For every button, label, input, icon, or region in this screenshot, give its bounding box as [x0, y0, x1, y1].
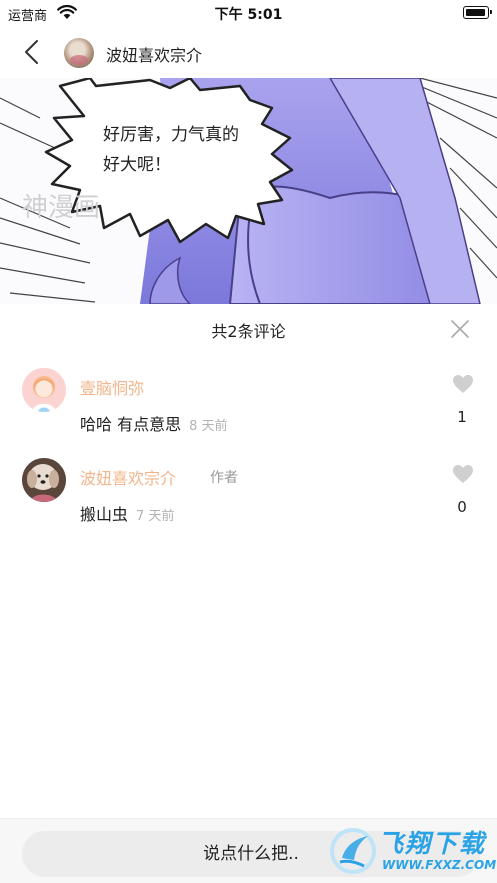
back-arrow-icon[interactable]	[20, 39, 46, 65]
nav-bar: 波妞喜欢宗介	[0, 26, 497, 78]
comment-username[interactable]: 波妞喜欢宗介	[80, 465, 176, 489]
logo-url: WWW.FXXZ.COM	[382, 858, 497, 872]
battery-icon	[463, 6, 492, 19]
like-count: 1	[457, 408, 467, 426]
comments-count-title: 共2条评论	[211, 322, 286, 341]
close-icon[interactable]	[449, 318, 471, 340]
site-watermark-logo: 飞翔下载 WWW.FXXZ.COM	[330, 822, 496, 880]
comment-item: 壹脑恫弥 哈哈 有点意思 8 天前 1	[0, 368, 497, 448]
speech-line-1: 好厉害，力气真的	[103, 125, 239, 145]
comment-time: 7 天前	[136, 509, 175, 524]
girl-avatar[interactable]	[22, 368, 66, 412]
speech-line-2: 好大呢！	[103, 155, 171, 175]
comic-illustration: 好厉害，力气真的 好大呢！ 神漫画	[0, 78, 497, 304]
author-role-badge: 作者	[210, 470, 238, 486]
comic-panel-image: 好厉害，力气真的 好大呢！ 神漫画	[0, 78, 497, 304]
comment-text: 哈哈 有点意思	[80, 415, 182, 434]
comment-text: 搬山虫	[80, 505, 129, 524]
dog-avatar[interactable]	[22, 458, 66, 502]
comment-username[interactable]: 壹脑恫弥	[80, 375, 144, 399]
page-title: 波妞喜欢宗介	[106, 46, 203, 65]
comment-body: 哈哈 有点意思 8 天前	[80, 411, 228, 435]
comments-panel: 共2条评论 壹脑恫弥 哈哈 有点意思 8 天前 1 波妞喜欢宗介 作者 搬山虫 …	[0, 304, 497, 883]
logo-text: 飞翔下载	[378, 829, 487, 858]
status-time: 下午 5:01	[214, 7, 283, 23]
comment-body: 搬山虫 7 天前	[80, 501, 174, 525]
logo-emblem-icon	[330, 828, 376, 874]
status-bar: 运营商 下午 5:01	[0, 0, 497, 26]
author-avatar[interactable]	[64, 38, 94, 68]
heart-icon[interactable]	[452, 374, 474, 394]
comment-time: 8 天前	[189, 419, 228, 434]
comment-item: 波妞喜欢宗介 作者 搬山虫 7 天前 0	[0, 458, 497, 538]
comic-watermark: 神漫画	[22, 193, 100, 223]
heart-icon[interactable]	[452, 464, 474, 484]
like-count: 0	[457, 498, 467, 516]
